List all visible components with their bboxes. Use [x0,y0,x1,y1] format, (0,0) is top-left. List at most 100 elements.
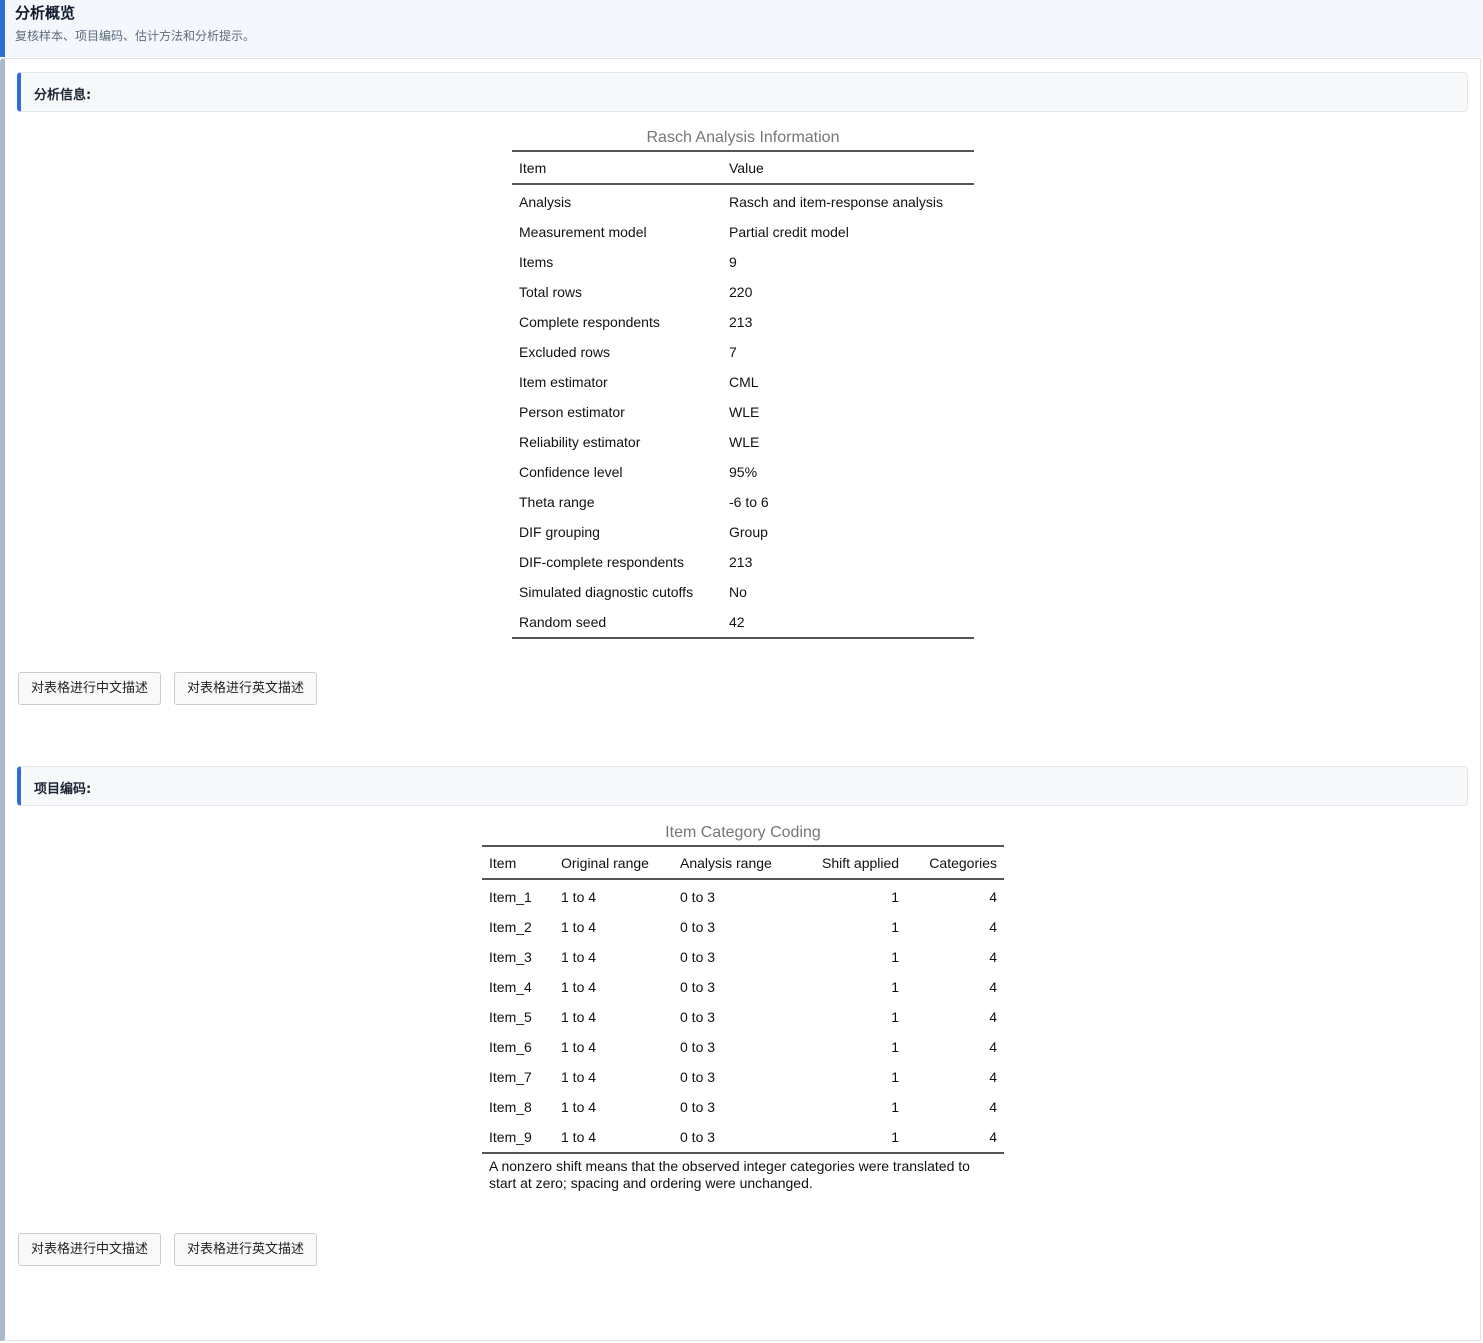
table-cell: 0 to 3 [680,1009,716,1025]
table-cell: 1 to 4 [561,1039,597,1055]
table-cell: Reliability estimator [519,434,641,450]
table-body: Analysis Rasch and item-response analysis… [512,184,974,639]
table-cell: 1 to 4 [561,979,597,995]
table-cell: 95% [729,464,758,480]
page-header: 分析概览 复核样本、项目编码、估计方法和分析提示。 [0,0,1483,57]
describe-table-chinese-button[interactable]: 对表格进行中文描述 [18,672,162,705]
table-header-row: Item Value [512,150,974,185]
table-cell: 1 to 4 [561,919,597,935]
table-row: Item_7 1 to 4 0 to 3 1 4 [482,1062,1004,1092]
table-cell: DIF-complete respondents [519,554,684,570]
table-cell: Item_4 [489,979,532,995]
table-row: DIF grouping Group [512,517,974,547]
table-cell: 0 to 3 [680,889,716,905]
table-cell: Item_6 [489,1039,532,1055]
table-cell: 1 to 4 [561,949,597,965]
table-cell: WLE [729,434,760,450]
table-row: DIF-complete respondents 213 [512,547,974,577]
table-cell: Group [729,524,768,540]
column-header: Original range [554,845,673,880]
table-cell: Item_2 [489,919,532,935]
table-cell: WLE [729,404,760,420]
table-cell: Excluded rows [519,344,611,360]
table-cell: 1 to 4 [554,1122,673,1154]
table-cell: 1 to 4 [561,1009,597,1025]
table-cell: Item_3 [489,949,532,965]
table-cell: 7 [729,344,737,360]
table-cell: 0 to 3 [680,1099,716,1115]
describe-table-english-button[interactable]: 对表格进行英文描述 [174,1233,318,1266]
table-cell: 0 to 3 [680,949,716,965]
analysis-info-table: Item Value Analysis Rasch and item-respon… [512,150,974,639]
table-cell: 0 to 3 [680,1039,716,1055]
table-row: Reliability estimator WLE [512,427,974,457]
table-cell: 1 [797,1122,907,1154]
table-cell: 4 [989,919,997,935]
table-cell: 4 [989,1099,997,1115]
column-header: Item [482,845,554,880]
table-cell: Rasch and item-response analysis [729,194,943,210]
table-cell: -6 to 6 [729,494,769,510]
table-row: Excluded rows 7 [512,337,974,367]
table-cell: 1 [891,949,900,965]
table-cell: 1 [891,1069,900,1085]
table-cell: 213 [729,314,753,330]
table-cell: Total rows [519,284,583,300]
table-row: Confidence level 95% [512,457,974,487]
table-cell: Item_9 [482,1122,554,1154]
table-cell: 0 to 3 [680,1069,716,1085]
table-cell: Person estimator [519,404,625,420]
table-cell: Complete respondents [519,314,660,330]
table-cell: 4 [906,1122,1004,1154]
table-cell: No [729,584,747,600]
section-header-analysis-info: 分析信息: [17,72,1468,112]
describe-table-english-button[interactable]: 对表格进行英文描述 [174,672,318,705]
table-cell: 1 to 4 [561,889,597,905]
table-row: Complete respondents 213 [512,307,974,337]
table-cell: Item_5 [489,1009,532,1025]
table-row: Item estimator CML [512,367,974,397]
column-header: Categories [906,845,1004,880]
table-caption: Rasch Analysis Information [646,129,840,146]
table-row: Item_2 1 to 4 0 to 3 1 4 [482,912,1004,942]
table-cell: Simulated diagnostic cutoffs [519,584,694,600]
table-row: Items 9 [512,247,974,277]
describe-table-chinese-button[interactable]: 对表格进行中文描述 [18,1233,162,1266]
table-body: Item_1 1 to 40 to 3 1 4 Item_2 1 to 40 to 314… [482,879,1004,1154]
table-cell: Analysis [519,194,572,210]
table-cell: 42 [722,607,974,639]
table-cell: 4 [989,979,997,995]
table-cell: Item_1 [489,889,532,905]
table-cell: 1 to 4 [561,1099,597,1115]
table-row: Item_1 1 to 4 0 to 3 1 4 [482,879,1004,912]
table-cell: Random seed [512,607,722,639]
table-cell: 213 [729,554,753,570]
table-cell: Theta range [519,494,595,510]
table-row: Measurement model Partial credit model [512,217,974,247]
table-row: Simulated diagnostic cutoffs No [512,577,974,607]
table-cell: DIF grouping [519,524,600,540]
table-note: A nonzero shift means that the observed … [489,1158,970,1191]
table-row: Theta range -6 to 6 [512,487,974,517]
table-cell: 220 [729,284,753,300]
table-cell: 4 [989,1069,997,1085]
table-header-row: Item Original range Analysis range Shift… [482,845,1004,880]
table-cell: 1 [891,1039,900,1055]
table-cell: Item_8 [489,1099,532,1115]
table-cell: 0 to 3 [673,1122,797,1154]
table-cell: Item_7 [489,1069,532,1085]
column-header: Value [722,150,974,185]
table-cell: 4 [989,889,997,905]
table-cell: 9 [729,254,737,270]
table-cell: Confidence level [519,464,623,480]
section-header-item-coding: 项目编码: [17,766,1468,806]
table-cell: 0 to 3 [680,919,716,935]
table-cell: 1 [891,1009,900,1025]
table-row: Random seed 42 [512,607,974,639]
table-cell: CML [729,374,759,390]
column-header: Analysis range [673,845,797,880]
table-row: Item_6 1 to 4 0 to 3 1 4 [482,1032,1004,1062]
section-label: 分析信息: [34,88,92,103]
column-header: Item [512,150,722,185]
table-cell: 4 [989,1039,997,1055]
